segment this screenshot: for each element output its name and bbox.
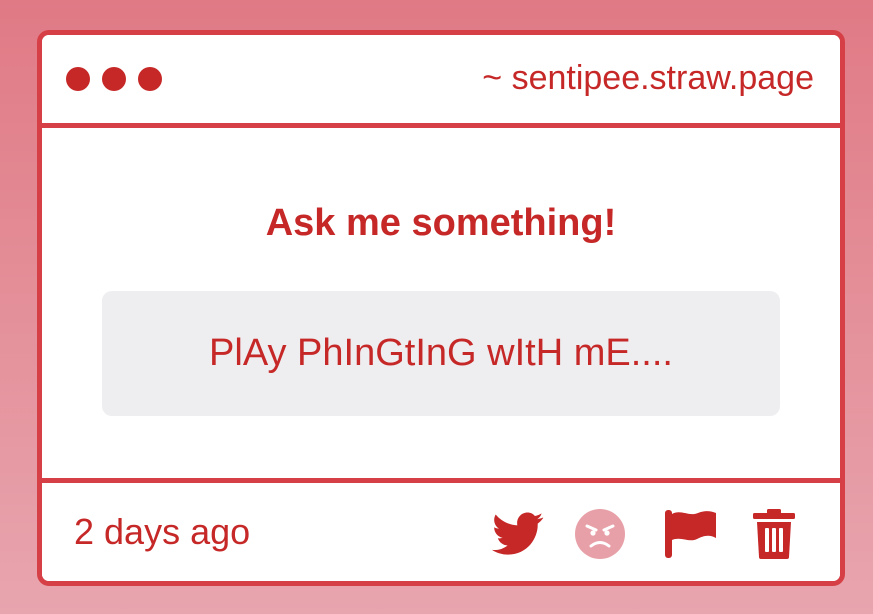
title-bar: ~ sentipee.straw.page [42,35,840,128]
twitter-icon [492,512,544,555]
footer-bar: 2 days ago [42,478,840,581]
trash-icon [753,509,795,559]
timestamp: 2 days ago [74,511,251,552]
window-controls [66,67,162,91]
window-dot-1[interactable] [66,67,90,91]
report-flag-button[interactable] [662,506,718,562]
question-text: PlAy PhInGtInG wItH mE.... [209,332,673,374]
angry-face-icon [575,509,625,559]
prompt-heading: Ask me something! [265,202,617,244]
action-toolbar [490,506,810,562]
browser-window: ~ sentipee.straw.page Ask me something! … [37,30,845,586]
delete-button[interactable] [746,506,802,562]
share-twitter-button[interactable] [490,506,546,562]
question-box: PlAy PhInGtInG wItH mE.... [102,291,780,416]
window-dot-3[interactable] [138,67,162,91]
question-content: Ask me something! PlAy PhInGtInG wItH mE… [42,128,840,478]
page-url[interactable]: ~ sentipee.straw.page [482,59,814,98]
flag-icon [665,510,716,558]
window-dot-2[interactable] [102,67,126,91]
react-angry-button[interactable] [572,506,628,562]
